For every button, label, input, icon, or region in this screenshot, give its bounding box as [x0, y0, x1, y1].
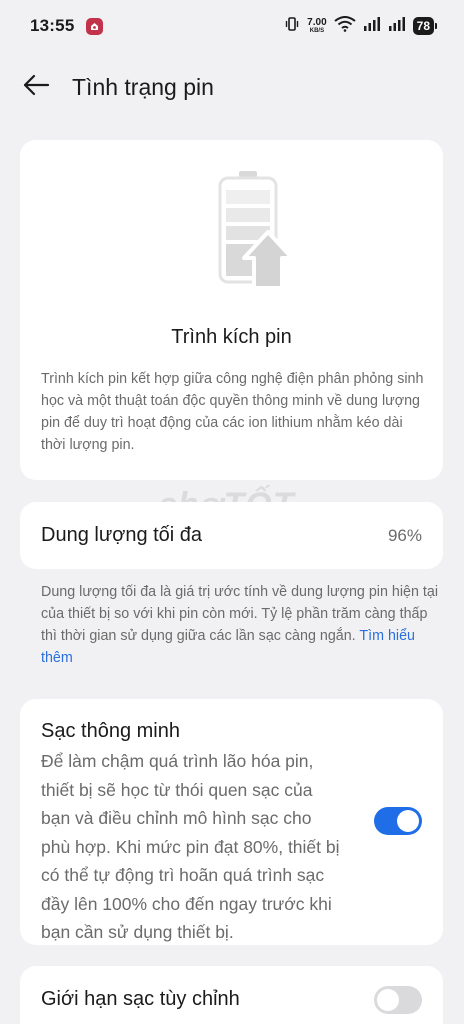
wifi-icon	[334, 15, 356, 37]
max-capacity-value: 96%	[387, 525, 422, 545]
custom-charge-limit-toggle[interactable]	[374, 986, 422, 1014]
page-header: Tình trạng pin	[0, 62, 464, 112]
signal-icon	[363, 16, 381, 37]
battery-icon: 78	[412, 17, 438, 35]
battery-calibration-icon	[202, 170, 302, 290]
calibration-description: Trình kích pin kết hợp giữa công nghệ đi…	[41, 371, 424, 453]
smart-charging-title: Sạc thông minh	[41, 720, 180, 742]
max-capacity-row: Dung lượng tối đa 96%	[20, 502, 443, 569]
status-time: 13:55	[30, 16, 75, 35]
smart-charging-description: Để làm chậm quá trình lão hóa pin, thiết…	[41, 751, 340, 942]
battery-calibration-card[interactable]: Trình kích pin Trình kích pin kết hợp gi…	[20, 140, 443, 480]
status-icons: 7.00 KB/S 78	[284, 15, 438, 37]
calibration-title: Trình kích pin	[171, 326, 292, 348]
signal-icon	[388, 16, 406, 37]
network-speed: 7.00 KB/S	[307, 17, 327, 35]
app-badge-icon	[86, 17, 104, 35]
custom-charge-limit-title: Giới hạn sạc tùy chỉnh	[41, 988, 240, 1010]
toggle-knob	[377, 989, 399, 1011]
battery-level: 78	[416, 19, 430, 33]
smart-charging-toggle[interactable]	[374, 807, 422, 835]
toggle-knob	[397, 810, 419, 832]
capacity-note: Dung lượng tối đa là giá trị ước tính về…	[41, 581, 444, 669]
network-speed-unit: KB/S	[309, 28, 325, 34]
status-bar: 13:55 7.00 KB/S 78	[0, 0, 464, 52]
smart-charging-card: Sạc thông minh Để làm chậm quá trình lão…	[20, 699, 443, 945]
network-speed-value: 7.00	[307, 17, 327, 28]
back-button[interactable]	[6, 62, 66, 112]
vibrate-icon	[284, 16, 300, 37]
custom-charge-limit-card: Giới hạn sạc tùy chỉnh	[20, 966, 443, 1024]
arrow-left-icon	[22, 74, 50, 101]
max-capacity-label: Dung lượng tối đa	[41, 524, 203, 546]
page-title: Tình trạng pin	[72, 73, 214, 100]
